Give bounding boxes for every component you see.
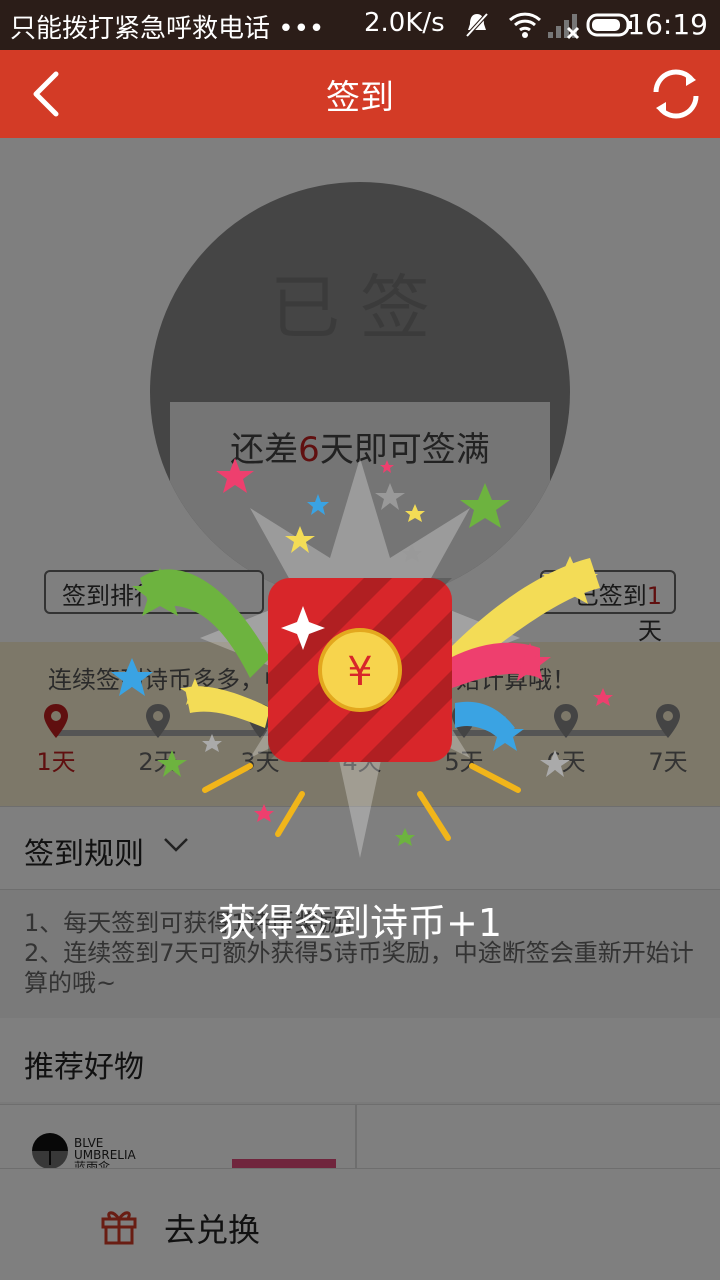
refresh-icon[interactable] (646, 64, 706, 124)
clock: 16:19 (627, 8, 708, 41)
app-header: 签到 (0, 50, 720, 138)
carrier-text: 只能拨打紧急呼救电话 ••• (10, 14, 325, 44)
coin-symbol: ¥ (347, 649, 372, 695)
reward-popup: ¥ 获得签到诗币+1 (0, 138, 720, 1280)
network-speed: 2.0K/s (364, 8, 445, 38)
mute-notification-icon (465, 12, 489, 38)
reward-graphic: ¥ (111, 458, 613, 858)
page-title: 签到 (326, 78, 394, 118)
signal-icon (548, 14, 580, 40)
wifi-icon (508, 12, 542, 38)
reward-message: 获得签到诗币+1 (217, 901, 503, 945)
status-bar: 只能拨打紧急呼救电话 ••• 2.0K/s 16:19 (0, 0, 720, 50)
